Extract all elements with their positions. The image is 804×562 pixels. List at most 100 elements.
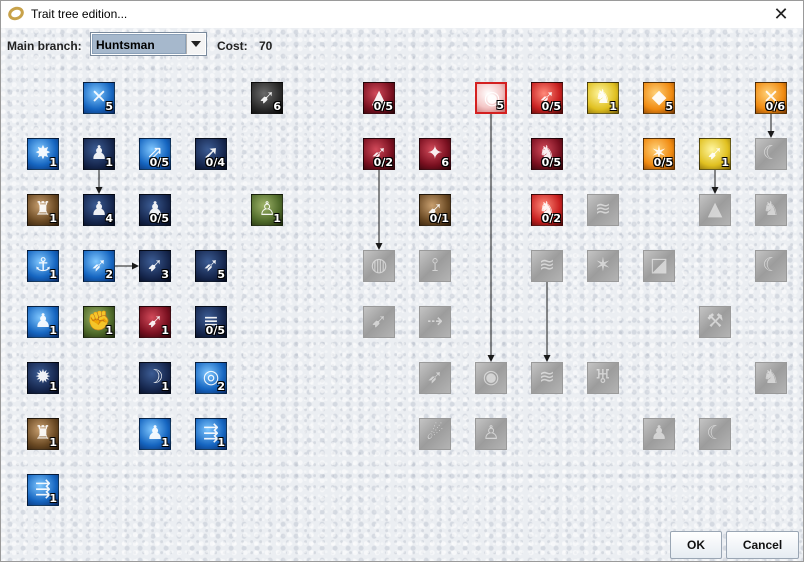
- trait-c9r5[interactable]: ≋: [531, 362, 563, 394]
- trait-c2r4[interactable]: ➹ 1: [139, 306, 171, 338]
- trait-c3r5[interactable]: ◎ 2: [195, 362, 227, 394]
- trait-c7r3[interactable]: ⟟: [419, 250, 451, 282]
- main-branch-select[interactable]: Huntsman: [90, 32, 207, 56]
- ok-button[interactable]: OK: [670, 531, 722, 559]
- trait-c8r5[interactable]: ◉: [475, 362, 507, 394]
- trait-c13r5[interactable]: ♞: [755, 362, 787, 394]
- trait-c7r2[interactable]: ➹ 0/1: [419, 194, 451, 226]
- trait-rank: 6: [441, 156, 449, 169]
- trait-c7r4[interactable]: ⇢: [419, 306, 451, 338]
- ring-icon: [6, 4, 26, 23]
- trait-c0r4[interactable]: ♟ 1: [27, 306, 59, 338]
- trait-c0r5[interactable]: ✹ 1: [27, 362, 59, 394]
- trait-c0r1[interactable]: ✸ 1: [27, 138, 59, 170]
- trait-c9r2[interactable]: ♞ 0/2: [531, 194, 563, 226]
- trait-c2r5[interactable]: ☽ 1: [139, 362, 171, 394]
- trait-c6r1[interactable]: ➶ 0/2: [363, 138, 395, 170]
- trait-c4r2[interactable]: ♙ 1: [251, 194, 283, 226]
- trait-c10r0[interactable]: ♞ 1: [587, 82, 619, 114]
- trait-c0r7[interactable]: ⇶ 1: [27, 474, 59, 506]
- trait-c10r3[interactable]: ✶: [587, 250, 619, 282]
- trait-rank: 0/5: [373, 100, 393, 113]
- trait-rank: 2: [217, 380, 225, 393]
- trait-glyph-icon: ♙: [482, 422, 500, 444]
- trait-glyph-icon: ≋: [539, 366, 555, 388]
- trait-c1r4[interactable]: ✊ 1: [83, 306, 115, 338]
- trait-c2r1[interactable]: ⇗ 0/5: [139, 138, 171, 170]
- trait-c12r1[interactable]: ➹ 1: [699, 138, 731, 170]
- trait-c11r6[interactable]: ♟: [643, 418, 675, 450]
- trait-glyph-icon: ◉: [482, 366, 500, 388]
- trait-c13r2[interactable]: ♞: [755, 194, 787, 226]
- trait-glyph-icon: ⟟: [431, 254, 439, 276]
- trait-rank: 1: [609, 100, 617, 113]
- trait-c1r0[interactable]: ✕ 5: [83, 82, 115, 114]
- trait-c1r3[interactable]: ➶ 2: [83, 250, 115, 282]
- trait-c3r6[interactable]: ⇶ 1: [195, 418, 227, 450]
- trait-rank: 5: [665, 100, 673, 113]
- trait-c0r2[interactable]: ♜ 1: [27, 194, 59, 226]
- trait-rank: 0/2: [541, 212, 561, 225]
- trait-rank: 1: [49, 324, 57, 337]
- trait-c1r2[interactable]: ♟ 4: [83, 194, 115, 226]
- trait-c8r6[interactable]: ♙: [475, 418, 507, 450]
- trait-c6r3[interactable]: ◍: [363, 250, 395, 282]
- trait-rank: 0/5: [653, 156, 673, 169]
- trait-c6r0[interactable]: ▲ 0/5: [363, 82, 395, 114]
- trait-glyph-icon: ≋: [539, 254, 555, 276]
- trait-c2r3[interactable]: ➹ 3: [139, 250, 171, 282]
- trait-rank: 5: [105, 100, 113, 113]
- trait-c10r5[interactable]: ♅: [587, 362, 619, 394]
- chevron-down-icon[interactable]: [186, 34, 205, 54]
- trait-rank: 1: [273, 212, 281, 225]
- trait-c2r2[interactable]: ♟ 0/5: [139, 194, 171, 226]
- trait-c12r6[interactable]: ☾: [699, 418, 731, 450]
- trait-c12r2[interactable]: ▲: [699, 194, 731, 226]
- trait-c0r3[interactable]: ⚓ 1: [27, 250, 59, 282]
- trait-c6r4[interactable]: ➹: [363, 306, 395, 338]
- trait-glyph-icon: ♞: [762, 198, 780, 220]
- trait-rank: 1: [49, 268, 57, 281]
- trait-c13r3[interactable]: ☾: [755, 250, 787, 282]
- trait-c9r3[interactable]: ≋: [531, 250, 563, 282]
- trait-c11r1[interactable]: ✶ 0/5: [643, 138, 675, 170]
- trait-c3r4[interactable]: ≡ 0/5: [195, 306, 227, 338]
- trait-c12r4[interactable]: ⚒: [699, 306, 731, 338]
- trait-glyph-icon: ⇢: [427, 310, 443, 332]
- trait-c13r1[interactable]: ☾: [755, 138, 787, 170]
- trait-c4r0[interactable]: ➹ 6: [251, 82, 283, 114]
- trait-rank: 0/5: [149, 212, 169, 225]
- trait-c11r0[interactable]: ◆ 5: [643, 82, 675, 114]
- trait-c8r0[interactable]: ◉ 5: [475, 82, 507, 114]
- trait-rank: 2: [105, 268, 113, 281]
- trait-c3r1[interactable]: ➚ 0/4: [195, 138, 227, 170]
- trait-rank: 0/6: [765, 100, 785, 113]
- trait-rank: 1: [105, 156, 113, 169]
- trait-rank: 1: [217, 436, 225, 449]
- trait-c9r1[interactable]: ♞ 0/5: [531, 138, 563, 170]
- close-icon[interactable]: ✕: [759, 1, 803, 28]
- trait-rank: 4: [105, 212, 113, 225]
- trait-c7r6[interactable]: ☄: [419, 418, 451, 450]
- trait-glyph-icon: ☾: [762, 254, 780, 276]
- trait-c13r0[interactable]: ✕ 0/6: [755, 82, 787, 114]
- trait-glyph-icon: ≋: [595, 198, 611, 220]
- trait-glyph-icon: ⚒: [706, 310, 724, 332]
- trait-rank: 0/1: [429, 212, 449, 225]
- trait-c2r6[interactable]: ♟ 1: [139, 418, 171, 450]
- trait-c1r1[interactable]: ♟ 1: [83, 138, 115, 170]
- cost-value: 70: [259, 39, 273, 53]
- cancel-button[interactable]: Cancel: [726, 531, 799, 559]
- trait-c7r1[interactable]: ✦ 6: [419, 138, 451, 170]
- trait-glyph-icon: ➶: [427, 366, 443, 388]
- trait-c11r3[interactable]: ◪: [643, 250, 675, 282]
- trait-c3r3[interactable]: ➶ 5: [195, 250, 227, 282]
- trait-rank: 1: [49, 212, 57, 225]
- trait-rank: 1: [49, 436, 57, 449]
- trait-c9r0[interactable]: ➶ 0/5: [531, 82, 563, 114]
- trait-c7r5[interactable]: ➶: [419, 362, 451, 394]
- trait-rank: 1: [161, 380, 169, 393]
- trait-glyph-icon: ◍: [370, 254, 388, 276]
- trait-c10r2[interactable]: ≋: [587, 194, 619, 226]
- trait-c0r6[interactable]: ♜ 1: [27, 418, 59, 450]
